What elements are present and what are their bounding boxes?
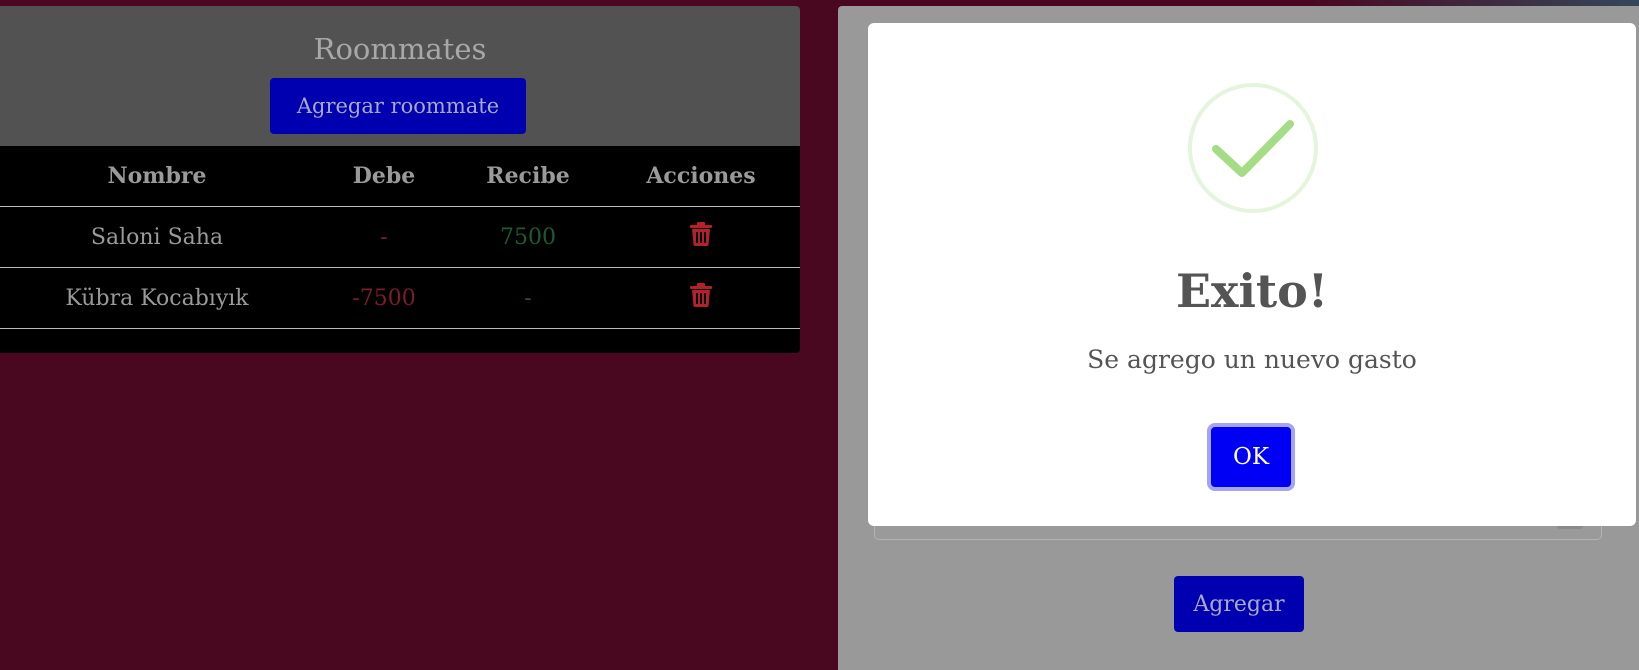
roommates-card-header: Roommates Agregar roommate <box>0 6 800 146</box>
cell-debe: - <box>314 206 454 268</box>
cell-acciones <box>602 267 800 329</box>
column-header-debe: Debe <box>314 146 454 207</box>
trash-icon[interactable] <box>690 222 712 252</box>
ok-button[interactable]: OK <box>1207 423 1295 491</box>
cell-nombre: Saloni Saha <box>0 206 314 268</box>
add-roommate-button[interactable]: Agregar roommate <box>270 78 526 134</box>
cell-nombre: Kübra Kocabıyık <box>0 267 314 329</box>
cell-debe: -7500 <box>314 267 454 329</box>
column-header-recibe: Recibe <box>454 146 602 207</box>
success-modal: Exito! Se agrego un nuevo gasto OK <box>868 23 1636 526</box>
column-header-acciones: Acciones <box>602 146 800 207</box>
table-header-row: Nombre Debe Recibe Acciones <box>0 146 800 207</box>
trash-icon[interactable] <box>690 283 712 313</box>
cell-acciones <box>602 206 800 268</box>
roommates-title: Roommates <box>313 32 487 66</box>
add-expense-button[interactable]: Agregar <box>1174 576 1304 632</box>
cell-recibe: 7500 <box>454 206 602 268</box>
modal-title: Exito! <box>1175 264 1329 318</box>
column-header-nombre: Nombre <box>0 146 314 207</box>
success-check-icon <box>1188 83 1318 213</box>
roommates-table: Nombre Debe Recibe Acciones Saloni Saha … <box>0 146 800 329</box>
modal-message: Se agrego un nuevo gasto <box>1087 345 1417 374</box>
roommates-card: Roommates Agregar roommate Nombre Debe R… <box>0 6 800 353</box>
table-row: Kübra Kocabıyık -7500 - <box>0 267 800 329</box>
table-row: Saloni Saha - 7500 <box>0 206 800 268</box>
cell-recibe: - <box>454 267 602 329</box>
